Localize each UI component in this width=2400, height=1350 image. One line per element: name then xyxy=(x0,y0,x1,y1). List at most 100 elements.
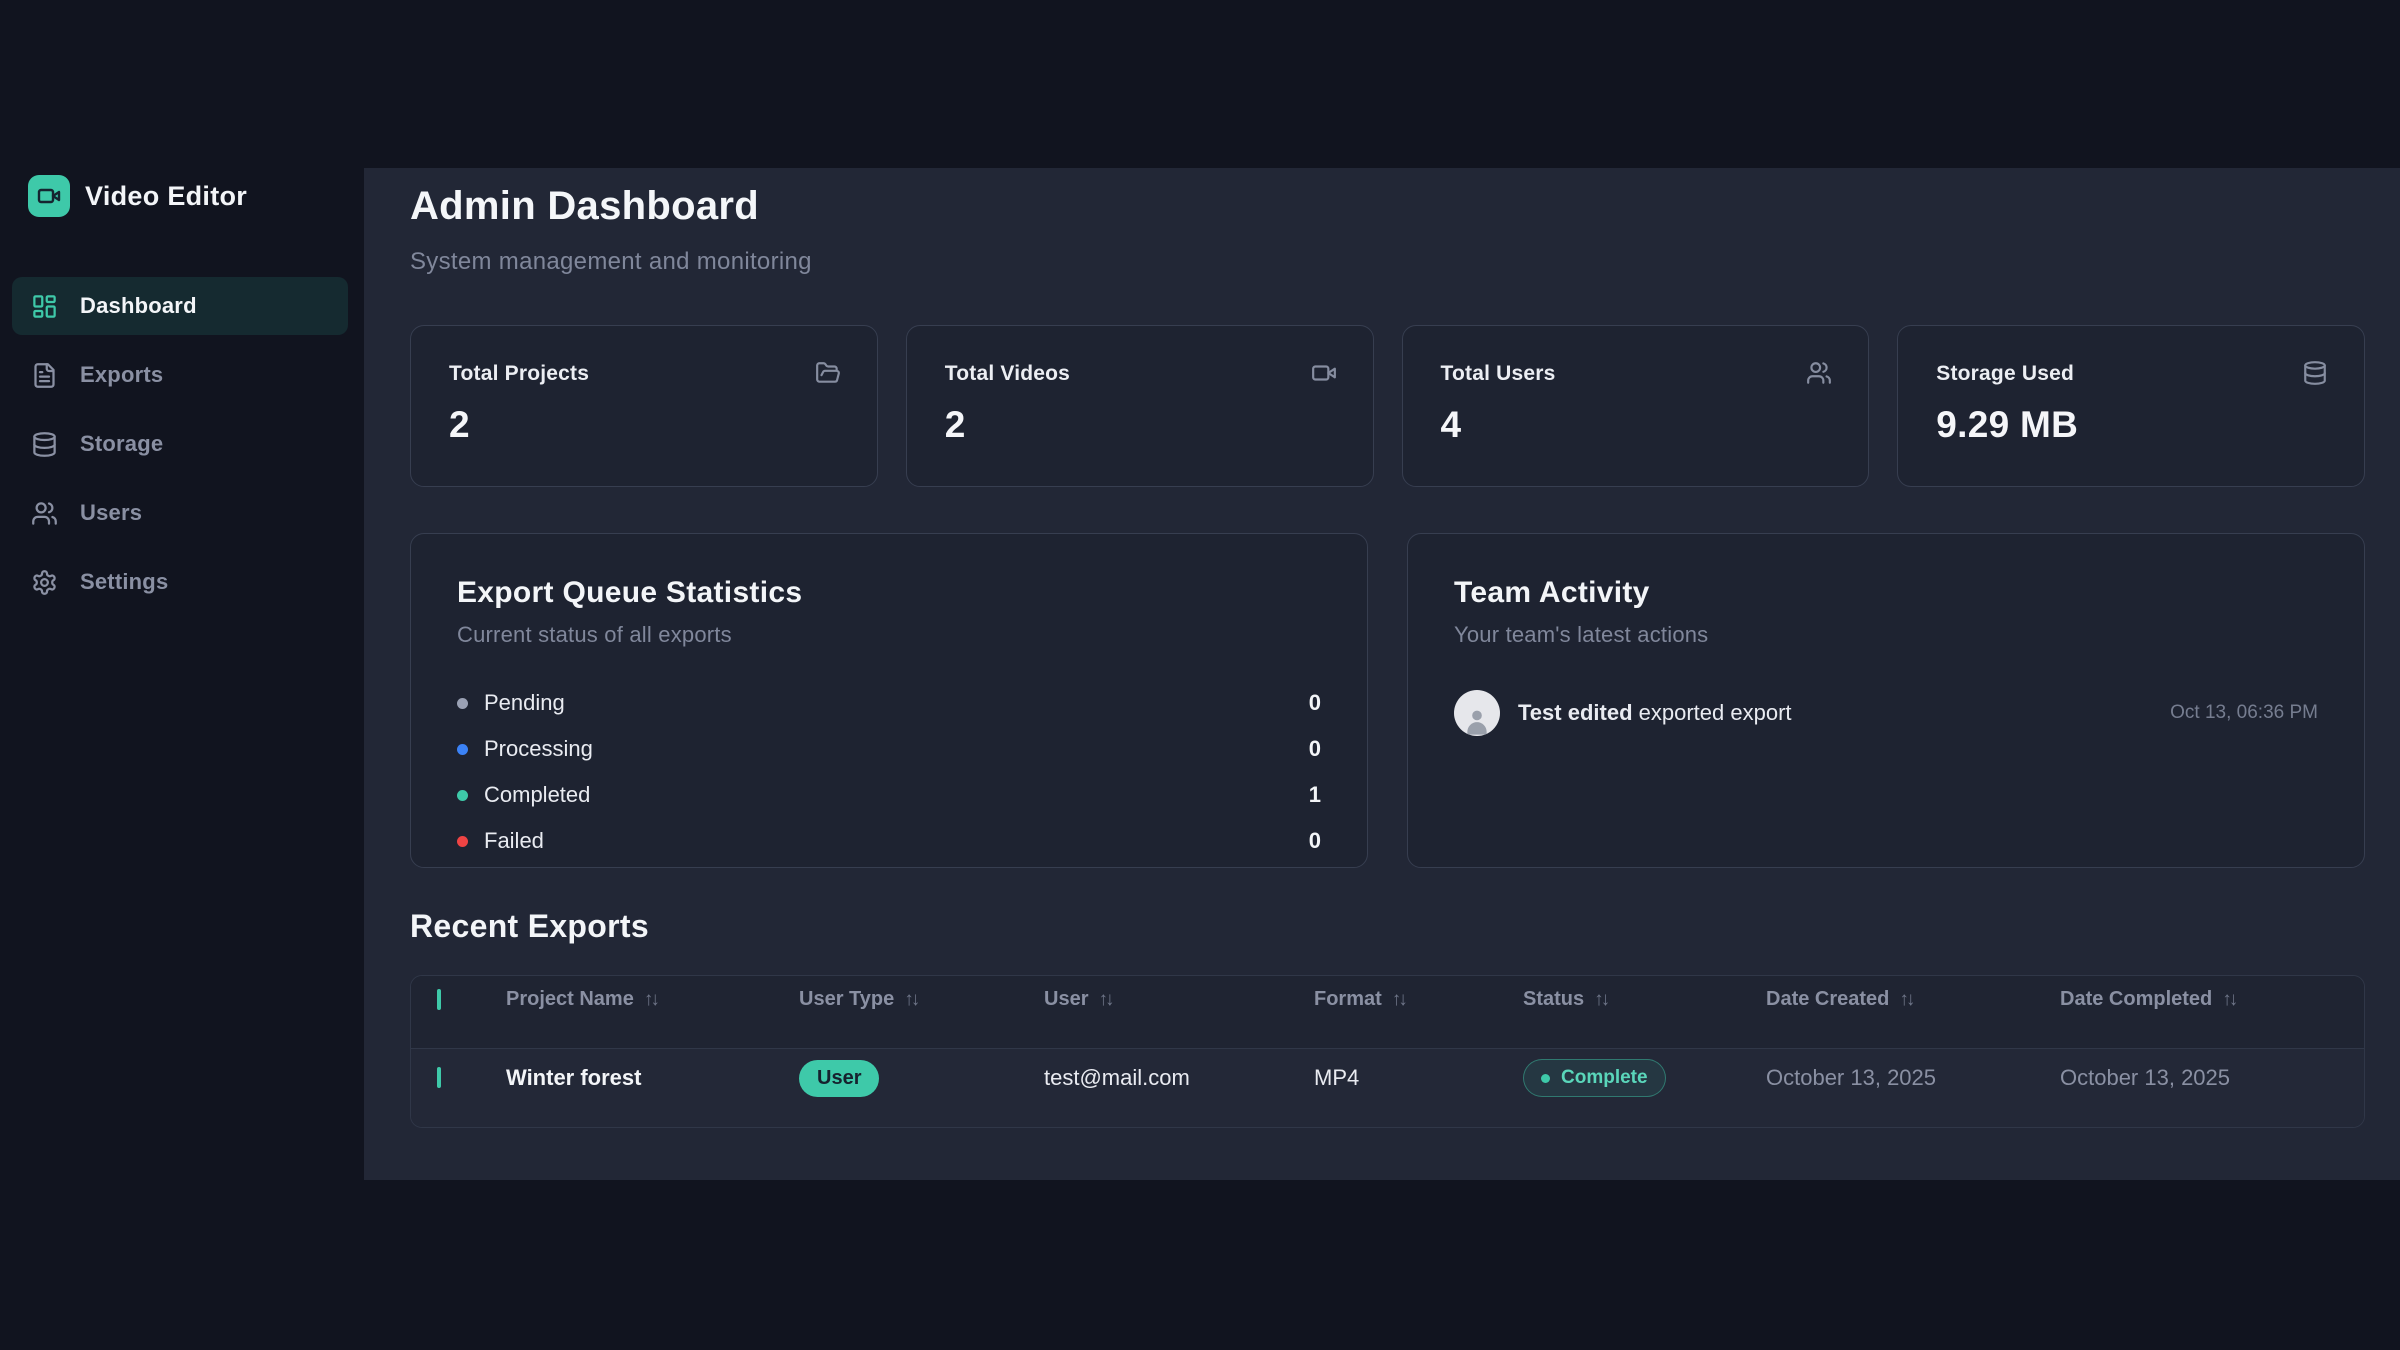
cell-date-completed: October 13, 2025 xyxy=(2060,1065,2364,1091)
sidebar-item-dashboard[interactable]: Dashboard xyxy=(12,277,348,335)
user-type-badge: User xyxy=(799,1060,879,1097)
app-brand: Video Editor xyxy=(28,175,247,217)
column-label: Format xyxy=(1314,988,1382,1011)
column-header-status[interactable]: Status ↑↓ xyxy=(1523,988,1766,1011)
sidebar-item-label: Users xyxy=(80,500,142,526)
users-icon xyxy=(1806,360,1832,386)
sort-icon: ↑↓ xyxy=(644,989,660,1011)
sidebar-item-users[interactable]: Users xyxy=(12,484,348,542)
queue-value: 0 xyxy=(1309,690,1321,716)
stat-card-total-users: Total Users 4 xyxy=(1402,325,1870,487)
queue-row-processing: Processing 0 xyxy=(457,726,1321,772)
dashboard-icon xyxy=(31,293,58,320)
queue-value: 1 xyxy=(1309,782,1321,808)
stat-label: Total Videos xyxy=(945,362,1335,386)
sidebar-item-exports[interactable]: Exports xyxy=(12,346,348,404)
stat-cards: Total Projects 2 Total Videos 2 Total Us… xyxy=(410,325,2365,487)
activity-action: exported export xyxy=(1639,700,1792,725)
pending-dot-icon xyxy=(457,698,468,709)
column-header-date-created[interactable]: Date Created ↑↓ xyxy=(1766,988,2060,1011)
activity-actor: Test edited xyxy=(1518,700,1633,725)
app-title: Video Editor xyxy=(85,181,247,212)
sidebar-item-storage[interactable]: Storage xyxy=(12,415,348,473)
queue-label: Processing xyxy=(484,736,593,762)
column-header-format[interactable]: Format ↑↓ xyxy=(1314,988,1523,1011)
sidebar-item-label: Dashboard xyxy=(80,293,197,319)
app-logo xyxy=(28,175,70,217)
stat-card-total-projects: Total Projects 2 xyxy=(410,325,878,487)
column-label: User Type xyxy=(799,988,894,1011)
main-panel: Admin Dashboard System management and mo… xyxy=(364,168,2400,1180)
queue-row-failed: Failed 0 xyxy=(457,818,1321,864)
stat-value: 2 xyxy=(945,404,1335,446)
queue-label: Completed xyxy=(484,782,590,808)
column-label: User xyxy=(1044,988,1088,1011)
queue-row-pending: Pending 0 xyxy=(457,680,1321,726)
status-dot-icon xyxy=(1541,1074,1550,1083)
failed-dot-icon xyxy=(457,836,468,847)
sort-icon: ↑↓ xyxy=(1594,989,1610,1011)
queue-value: 0 xyxy=(1309,828,1321,854)
stat-label: Storage Used xyxy=(1936,362,2326,386)
table-header-row: Project Name ↑↓ User Type ↑↓ User ↑↓ For… xyxy=(411,976,2364,1048)
sort-icon: ↑↓ xyxy=(904,989,920,1011)
activity-timestamp: Oct 13, 06:36 PM xyxy=(2170,702,2318,724)
sidebar-item-label: Exports xyxy=(80,362,163,388)
stat-value: 4 xyxy=(1441,404,1831,446)
select-all-checkbox[interactable] xyxy=(437,989,441,1010)
page-title: Admin Dashboard xyxy=(410,184,759,229)
queue-value: 0 xyxy=(1309,736,1321,762)
column-header-user[interactable]: User ↑↓ xyxy=(1044,988,1314,1011)
sidebar-item-settings[interactable]: Settings xyxy=(12,553,348,611)
middle-cards: Export Queue Statistics Current status o… xyxy=(410,533,2365,868)
video-icon xyxy=(1311,360,1337,386)
completed-dot-icon xyxy=(457,790,468,801)
column-label: Status xyxy=(1523,988,1584,1011)
status-badge: Complete xyxy=(1523,1059,1666,1097)
queue-stats-list: Pending 0 Processing 0 Completed 1 Faile… xyxy=(457,680,1321,864)
processing-dot-icon xyxy=(457,744,468,755)
database-icon xyxy=(2302,360,2328,386)
sort-icon: ↑↓ xyxy=(1899,989,1915,1011)
activity-text: Test edited exported export xyxy=(1518,700,1792,726)
column-header-date-completed[interactable]: Date Completed ↑↓ xyxy=(2060,988,2364,1011)
stat-label: Total Projects xyxy=(449,362,839,386)
row-checkbox[interactable] xyxy=(437,1067,441,1088)
queue-row-completed: Completed 1 xyxy=(457,772,1321,818)
cell-date-created: October 13, 2025 xyxy=(1766,1065,2060,1091)
database-icon xyxy=(31,431,58,458)
column-label: Project Name xyxy=(506,988,634,1011)
stat-card-storage-used: Storage Used 9.29 MB xyxy=(1897,325,2365,487)
sort-icon: ↑↓ xyxy=(1098,989,1114,1011)
team-activity-card: Team Activity Your team's latest actions… xyxy=(1407,533,2365,868)
stat-value: 2 xyxy=(449,404,839,446)
queue-label: Pending xyxy=(484,690,565,716)
column-header-project-name[interactable]: Project Name ↑↓ xyxy=(506,988,799,1011)
column-label: Date Completed xyxy=(2060,988,2212,1011)
table-row: Winter forest User test@mail.com MP4 Com… xyxy=(411,1048,2364,1127)
folder-open-icon xyxy=(815,360,841,386)
recent-exports-title: Recent Exports xyxy=(410,908,649,945)
sort-icon: ↑↓ xyxy=(1392,989,1408,1011)
cell-format: MP4 xyxy=(1314,1065,1523,1091)
recent-exports-table: Project Name ↑↓ User Type ↑↓ User ↑↓ For… xyxy=(410,975,2365,1128)
sidebar: Video Editor Dashboard Exports Storage U… xyxy=(0,0,364,1350)
settings-icon xyxy=(31,569,58,596)
card-title: Export Queue Statistics xyxy=(457,576,1321,610)
activity-item: Test edited exported export Oct 13, 06:3… xyxy=(1454,690,2318,736)
export-queue-card: Export Queue Statistics Current status o… xyxy=(410,533,1368,868)
status-label: Complete xyxy=(1561,1067,1648,1089)
queue-label: Failed xyxy=(484,828,544,854)
page-subtitle: System management and monitoring xyxy=(410,248,812,276)
sidebar-item-label: Settings xyxy=(80,569,168,595)
card-subtitle: Your team's latest actions xyxy=(1454,622,2318,648)
card-title: Team Activity xyxy=(1454,576,2318,610)
sort-icon: ↑↓ xyxy=(2222,989,2238,1011)
card-subtitle: Current status of all exports xyxy=(457,622,1321,648)
avatar xyxy=(1454,690,1500,736)
video-icon xyxy=(37,184,61,208)
file-icon xyxy=(31,362,58,389)
column-label: Date Created xyxy=(1766,988,1889,1011)
column-header-user-type[interactable]: User Type ↑↓ xyxy=(799,988,1044,1011)
person-icon xyxy=(1460,702,1494,736)
